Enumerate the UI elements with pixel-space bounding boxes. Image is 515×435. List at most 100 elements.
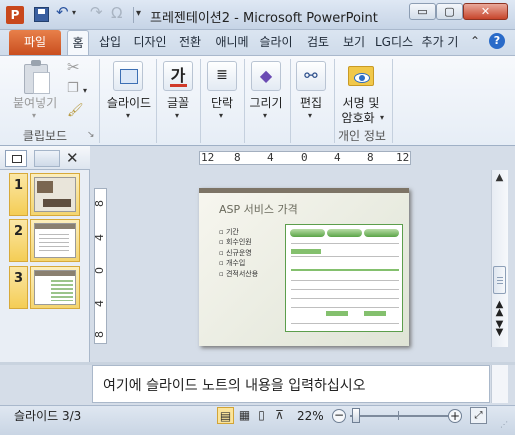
powerpoint-app-icon[interactable]: P xyxy=(6,6,24,24)
slides-dropdown-icon[interactable]: ▾ xyxy=(126,111,130,120)
ruler-tick: 8 xyxy=(367,151,374,164)
minimize-ribbon-icon[interactable]: ⌃ xyxy=(470,34,480,48)
save-icon[interactable] xyxy=(34,7,49,22)
tab-file[interactable]: 파일 xyxy=(9,30,61,55)
privacy-group-label: 개인 정보 xyxy=(338,129,386,143)
scroll-up-icon[interactable]: ▲ xyxy=(491,172,508,183)
format-painter-icon[interactable]: 🖌 xyxy=(67,103,84,118)
tab-addins[interactable]: 추가 기 xyxy=(420,30,460,55)
scrollbar-thumb[interactable] xyxy=(493,266,506,294)
font-dropdown-icon[interactable]: ▾ xyxy=(175,111,179,120)
table-line xyxy=(291,256,399,257)
slides-button[interactable]: 슬라이드 xyxy=(104,94,154,111)
previous-slide-icon[interactable]: ▲ ▲ xyxy=(491,300,508,318)
close-button[interactable]: ✕ xyxy=(463,3,508,20)
binoculars-icon[interactable]: ⚯ xyxy=(296,61,326,91)
slide-title[interactable]: ASP 서비스 가격 xyxy=(219,201,298,217)
customize-qat-icon[interactable]: ▾ xyxy=(136,8,141,19)
paragraph-dropdown-icon[interactable]: ▾ xyxy=(219,111,223,120)
table-line xyxy=(291,323,399,324)
cut-icon[interactable]: ✂ xyxy=(67,58,80,76)
slides-tab[interactable] xyxy=(5,150,27,167)
group-separator xyxy=(200,59,201,143)
zoom-slider-handle[interactable] xyxy=(352,408,360,423)
slide-canvas[interactable]: ASP 서비스 가격 ▫ 기간 ▫ 회수인원 ▫ 신규운영 ▫ 개수입 ▫ 견적… xyxy=(199,188,409,346)
paragraph-icon[interactable]: ≣ xyxy=(207,61,237,91)
resize-grip-icon[interactable]: ⋰ xyxy=(500,420,508,429)
drawing-icon[interactable]: ◆ xyxy=(251,61,281,91)
minimize-button[interactable]: ▭ xyxy=(409,3,436,20)
slides-icon[interactable] xyxy=(113,61,143,91)
copy-icon[interactable]: ❐ xyxy=(67,81,79,96)
table-band xyxy=(326,311,348,316)
paste-icon[interactable] xyxy=(22,60,52,94)
zoom-out-button[interactable]: − xyxy=(332,409,346,423)
window-title: 프레젠테이션2 - Microsoft PowerPoint xyxy=(150,11,378,26)
help-icon[interactable]: ? xyxy=(489,33,505,49)
slide-price-table[interactable] xyxy=(285,224,403,332)
tab-home[interactable]: 홈 xyxy=(67,30,89,55)
panel-close-icon[interactable]: ✕ xyxy=(66,149,79,167)
zoom-in-button[interactable]: + xyxy=(448,409,462,423)
reading-view-icon[interactable]: ▯ xyxy=(253,407,270,424)
signature-button-line2[interactable]: 암호화 xyxy=(338,109,378,126)
tab-lg-display[interactable]: LG디스 xyxy=(372,30,416,55)
slide-sorter-icon[interactable]: ▦ xyxy=(236,407,253,424)
group-separator xyxy=(290,59,291,143)
dialog-launcher-icon[interactable]: ↘ xyxy=(87,130,95,140)
table-header-pill xyxy=(327,229,362,237)
paste-button[interactable]: 붙여넣기 xyxy=(13,94,57,111)
fit-to-window-icon[interactable]: ⤢ xyxy=(470,407,487,424)
maximize-button[interactable]: ▢ xyxy=(436,3,463,20)
table-line xyxy=(291,269,399,271)
editing-dropdown-icon[interactable]: ▾ xyxy=(308,111,312,120)
tab-review[interactable]: 검토 xyxy=(302,30,334,55)
slide-number: 1 xyxy=(9,173,28,216)
drawing-dropdown-icon[interactable]: ▾ xyxy=(263,111,267,120)
zoom-level[interactable]: 22% xyxy=(297,406,324,426)
ruler-tick: 8 xyxy=(93,331,106,338)
tab-design[interactable]: 디자인 xyxy=(131,30,169,55)
thumbnail-frame xyxy=(30,219,80,262)
undo-icon[interactable]: ↶ xyxy=(56,3,69,21)
tab-transition[interactable]: 전환 xyxy=(174,30,206,55)
paragraph-button[interactable]: 단락 xyxy=(207,94,237,111)
horizontal-ruler[interactable]: 12 8 4 0 4 8 12 xyxy=(199,151,411,165)
signature-encryption-icon[interactable] xyxy=(345,60,377,92)
slide-number: 3 xyxy=(9,266,28,309)
undo-dropdown-icon[interactable]: ▾ xyxy=(72,8,76,17)
bullet-item: ▫ 견적서산용 xyxy=(219,269,259,278)
slideshow-icon[interactable]: ⊼ xyxy=(271,407,288,424)
zoom-slider-track[interactable] xyxy=(350,415,448,417)
symbol-icon[interactable]: Ω xyxy=(111,4,122,22)
drawing-button[interactable]: 그리기 xyxy=(247,94,285,111)
tab-insert[interactable]: 삽입 xyxy=(94,30,126,55)
outline-tab[interactable] xyxy=(34,150,60,167)
bullet-item: ▫ 개수입 xyxy=(219,259,246,268)
zoom-slider-center-mark xyxy=(398,411,399,420)
slide-thumbnail-1[interactable]: 1 xyxy=(9,173,81,216)
slide-bullet-list[interactable]: ▫ 기간 ▫ 회수인원 ▫ 신규운영 ▫ 개수입 ▫ 견적서산용 xyxy=(219,227,258,279)
editing-button[interactable]: 편집 xyxy=(296,94,326,111)
tab-slideshow[interactable]: 슬라이 xyxy=(257,30,295,55)
font-button[interactable]: 글꼴 xyxy=(163,94,193,111)
slide-thumbnail-2[interactable]: 2 xyxy=(9,219,81,262)
paste-dropdown-icon[interactable]: ▾ xyxy=(32,111,36,120)
clipboard-clip xyxy=(31,60,41,66)
ruler-tick: 12 xyxy=(201,151,215,164)
vertical-ruler[interactable]: 8 4 0 4 8 xyxy=(93,188,107,344)
slide-count-status[interactable]: 슬라이드 3/3 xyxy=(14,406,81,426)
copy-dropdown-icon[interactable]: ▾ xyxy=(83,86,87,95)
redo-icon[interactable]: ↷ xyxy=(90,3,103,21)
notes-scrollbar[interactable] xyxy=(491,365,508,403)
notes-pane[interactable]: 여기에 슬라이드 노트의 내용을 입력하십시오 xyxy=(92,365,490,403)
next-slide-icon[interactable]: ▼ ▼ xyxy=(491,320,508,338)
ribbon-tabs: 파일 홈 삽입 디자인 전환 애니메 슬라이 검토 보기 LG디스 추가 기 xyxy=(0,30,515,55)
group-separator xyxy=(99,59,100,143)
slide-thumbnail-3[interactable]: 3 xyxy=(9,266,81,309)
tab-view[interactable]: 보기 xyxy=(340,30,368,55)
font-icon[interactable]: 가 xyxy=(163,61,193,91)
normal-view-icon[interactable]: ▤ xyxy=(217,407,234,424)
tab-animation[interactable]: 애니메 xyxy=(210,30,254,55)
signature-dropdown-icon[interactable]: ▾ xyxy=(380,113,384,122)
